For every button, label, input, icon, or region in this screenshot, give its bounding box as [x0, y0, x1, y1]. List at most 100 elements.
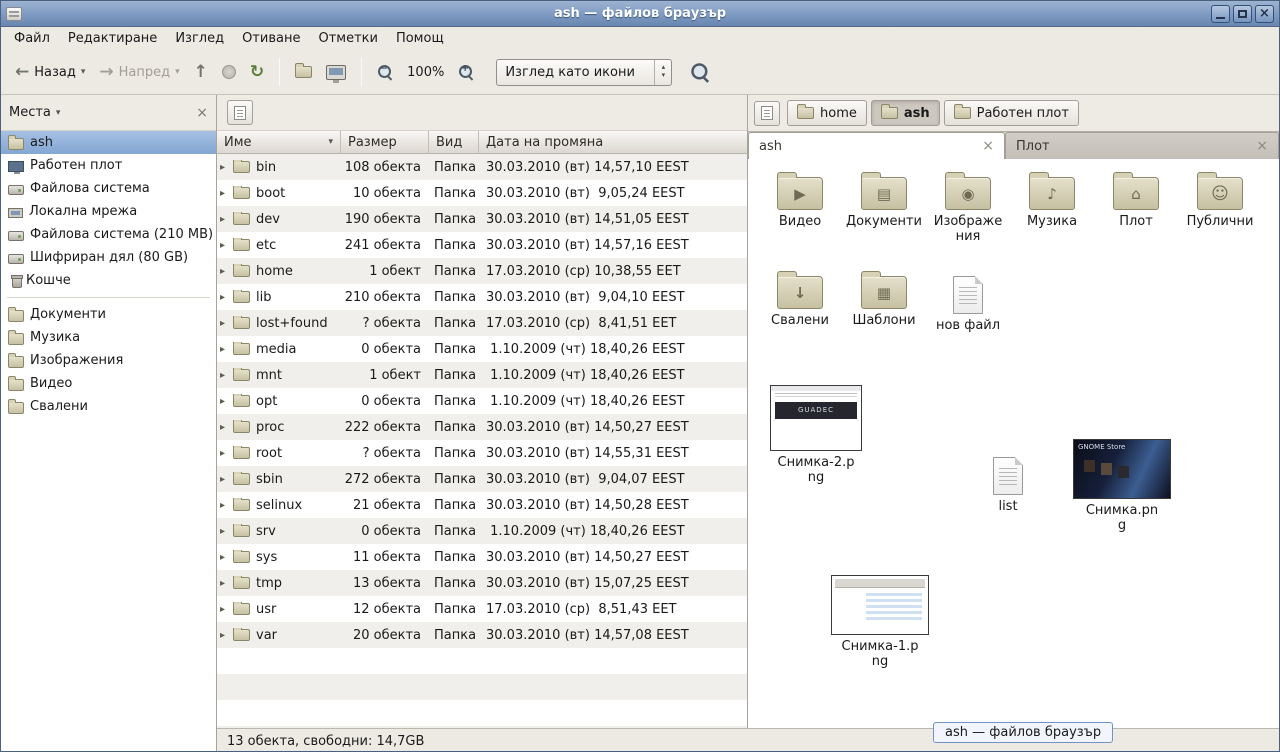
place-item[interactable]: Свалени: [1, 395, 216, 418]
expander-icon[interactable]: [220, 526, 233, 537]
file-row[interactable]: sbin 272 обекта Папка 30.03.2010 (вт) 9,…: [217, 466, 747, 492]
column-header-type[interactable]: Вид: [429, 131, 479, 154]
file-item[interactable]: GNOME Store Снимка.png: [1070, 431, 1174, 533]
place-item[interactable]: Локална мрежа: [1, 200, 216, 223]
view-mode-select[interactable]: Изглед като икони ▴▾: [496, 59, 672, 86]
expander-icon[interactable]: [220, 630, 233, 641]
expander-icon[interactable]: [220, 214, 233, 225]
tab[interactable]: Плот ×: [1005, 132, 1279, 159]
minimize-button[interactable]: [1211, 5, 1230, 23]
expander-icon[interactable]: [220, 344, 233, 355]
file-row[interactable]: lib 210 обекта Папка 30.03.2010 (вт) 9,0…: [217, 284, 747, 310]
file-name-cell: sys: [217, 550, 341, 565]
expander-icon[interactable]: [220, 396, 233, 407]
tab-close-button[interactable]: ×: [1248, 139, 1268, 153]
location-toggle-button[interactable]: [754, 101, 780, 126]
file-row[interactable]: proc 222 обекта Папка 30.03.2010 (вт) 14…: [217, 414, 747, 440]
expander-icon[interactable]: [220, 162, 233, 173]
chevron-down-icon[interactable]: ▾: [175, 67, 180, 77]
file-row[interactable]: bin 108 обекта Папка 30.03.2010 (вт) 14,…: [217, 154, 747, 180]
expander-icon[interactable]: [220, 552, 233, 563]
expander-icon[interactable]: [220, 604, 233, 615]
expander-icon[interactable]: [220, 318, 233, 329]
path-button[interactable]: home: [787, 100, 867, 126]
file-row[interactable]: media 0 обекта Папка 1.10.2009 (чт) 18,4…: [217, 336, 747, 362]
menu-item[interactable]: Помощ: [387, 29, 453, 48]
path-button[interactable]: Работен плот: [944, 100, 1079, 126]
file-row[interactable]: lost+found ? обекта Папка 17.03.2010 (ср…: [217, 310, 747, 336]
file-row[interactable]: sys 11 обекта Папка 30.03.2010 (вт) 14,5…: [217, 544, 747, 570]
expander-icon[interactable]: [220, 578, 233, 589]
up-button[interactable]: ↑: [188, 59, 214, 86]
file-row[interactable]: selinux 21 обекта Папка 30.03.2010 (вт) …: [217, 492, 747, 518]
spinner-arrows-icon[interactable]: ▴▾: [654, 60, 671, 85]
menu-item[interactable]: Файл: [5, 29, 59, 48]
forward-button[interactable]: → Напред ▾: [93, 59, 185, 86]
expander-icon[interactable]: [220, 370, 233, 381]
path-button[interactable]: ash: [871, 100, 940, 126]
expander-icon[interactable]: [220, 422, 233, 433]
column-header-size[interactable]: Размер: [341, 131, 429, 154]
file-item[interactable]: Снимка-1.png: [828, 567, 932, 669]
home-button[interactable]: [289, 61, 318, 83]
place-item[interactable]: ash: [1, 131, 216, 154]
stop-button[interactable]: [216, 60, 242, 84]
file-item[interactable]: GUADEC Снимка-2.png: [764, 377, 868, 485]
sidebar-separator: [7, 297, 210, 298]
place-item[interactable]: Кошче: [1, 269, 216, 292]
maximize-button[interactable]: [1233, 5, 1252, 23]
menu-item[interactable]: Отиване: [233, 29, 309, 48]
expander-icon[interactable]: [220, 474, 233, 485]
column-header-name[interactable]: Име ▾: [217, 131, 341, 154]
expander-icon[interactable]: [220, 448, 233, 459]
reload-button[interactable]: ↻: [244, 59, 270, 86]
place-item[interactable]: Файлова система: [1, 177, 216, 200]
file-type: Папка: [429, 186, 479, 201]
menu-item[interactable]: Изглед: [166, 29, 233, 48]
place-item[interactable]: Документи: [1, 303, 216, 326]
place-item[interactable]: Файлова система (210 MB): [1, 223, 216, 246]
file-row[interactable]: srv 0 обекта Папка 1.10.2009 (чт) 18,40,…: [217, 518, 747, 544]
sidebar-title-select[interactable]: Места: [9, 105, 60, 120]
file-name-cell: lost+found: [217, 316, 341, 331]
file-row[interactable]: mnt 1 обект Папка 1.10.2009 (чт) 18,40,2…: [217, 362, 747, 388]
file-row[interactable]: tmp 13 обекта Папка 30.03.2010 (вт) 15,0…: [217, 570, 747, 596]
file-row[interactable]: usr 12 обекта Папка 17.03.2010 (ср) 8,51…: [217, 596, 747, 622]
place-item[interactable]: Музика: [1, 326, 216, 349]
titlebar[interactable]: ash — файлов браузър ×: [1, 1, 1279, 27]
place-item[interactable]: Шифриран дял (80 GB): [1, 246, 216, 269]
location-toggle-button[interactable]: [227, 100, 253, 125]
file-row[interactable]: dev 190 обекта Папка 30.03.2010 (вт) 14,…: [217, 206, 747, 232]
file-row[interactable]: boot 10 обекта Папка 30.03.2010 (вт) 9,0…: [217, 180, 747, 206]
file-item[interactable]: list: [956, 449, 1060, 514]
expander-icon[interactable]: [220, 292, 233, 303]
sidebar-close-button[interactable]: ×: [196, 106, 208, 120]
expander-icon[interactable]: [220, 266, 233, 277]
file-row[interactable]: home 1 обект Папка 17.03.2010 (ср) 10,38…: [217, 258, 747, 284]
tab[interactable]: ash ×: [748, 132, 1005, 159]
expander-icon[interactable]: [220, 188, 233, 199]
expander-icon[interactable]: [220, 500, 233, 511]
file-row[interactable]: opt 0 обекта Папка 1.10.2009 (чт) 18,40,…: [217, 388, 747, 414]
zoom-out-button[interactable]: −: [371, 59, 399, 85]
close-button[interactable]: ×: [1255, 5, 1274, 23]
zoom-in-button[interactable]: +: [452, 59, 480, 85]
computer-button[interactable]: [320, 60, 352, 85]
place-item[interactable]: Работен плот: [1, 154, 216, 177]
place-item[interactable]: Изображения: [1, 349, 216, 372]
back-button[interactable]: ← Назад ▾: [9, 59, 91, 86]
expander-icon[interactable]: [220, 240, 233, 251]
place-item[interactable]: Видео: [1, 372, 216, 395]
folder-icon: [233, 161, 250, 173]
menu-item[interactable]: Редактиране: [59, 29, 166, 48]
menu-item[interactable]: Отметки: [309, 29, 386, 48]
tab-close-button[interactable]: ×: [974, 139, 994, 153]
file-row[interactable]: root ? обекта Папка 30.03.2010 (вт) 14,5…: [217, 440, 747, 466]
column-header-date[interactable]: Дата на промяна: [479, 131, 747, 154]
chevron-down-icon[interactable]: ▾: [81, 67, 86, 77]
file-size: 11 обекта: [341, 550, 429, 565]
search-button[interactable]: [686, 59, 714, 85]
file-row[interactable]: etc 241 обекта Папка 30.03.2010 (вт) 14,…: [217, 232, 747, 258]
file-date: 30.03.2010 (вт) 15,07,25 EEST: [479, 576, 747, 591]
file-row[interactable]: var 20 обекта Папка 30.03.2010 (вт) 14,5…: [217, 622, 747, 648]
